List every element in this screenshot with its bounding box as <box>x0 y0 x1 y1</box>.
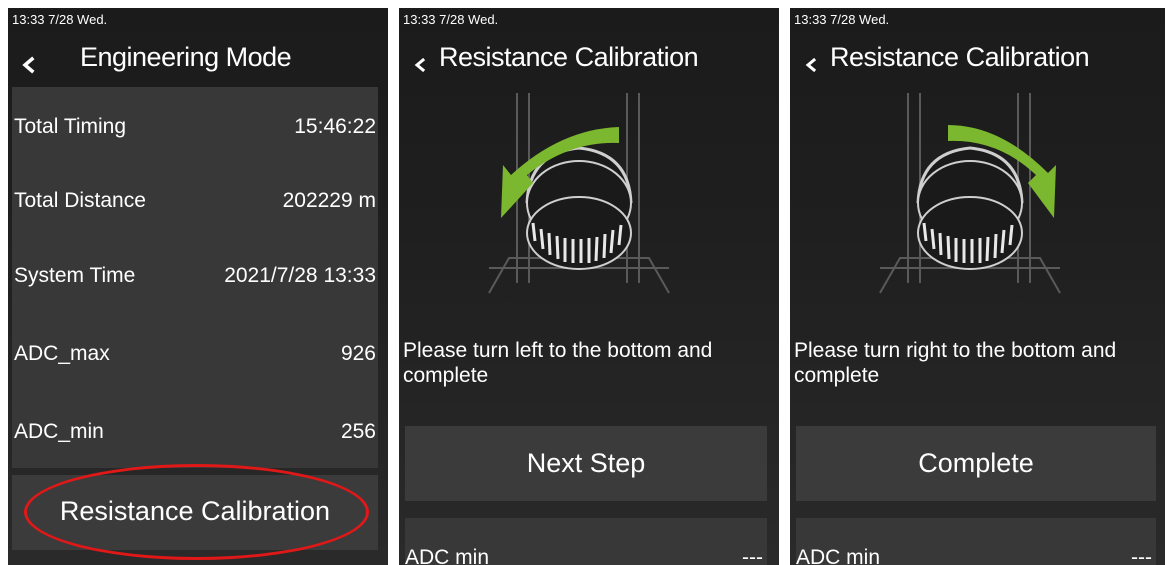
info-value: 256 <box>340 420 376 443</box>
info-value: 926 <box>340 342 376 365</box>
status-bar-time: 13:33 7/28 Wed. <box>794 12 890 27</box>
chevron-left-icon <box>414 57 426 73</box>
info-row-adc-max: ADC_max 926 <box>12 338 378 374</box>
info-value: 2021/7/28 13:33 <box>224 264 376 287</box>
adc-min-panel: ADC min --- <box>405 518 767 565</box>
info-label: ADC_min <box>14 420 104 443</box>
calibration-right-screen: 13:33 7/28 Wed. Resistance Calibration P… <box>790 8 1165 565</box>
info-value: 202229 m <box>282 189 376 212</box>
info-row-total-distance: Total Distance 202229 m <box>12 185 378 221</box>
adc-min-value: --- <box>1131 546 1152 565</box>
info-label: Total Distance <box>14 189 146 212</box>
next-step-button[interactable]: Next Step <box>405 426 767 501</box>
status-bar-time: 13:33 7/28 Wed. <box>12 12 108 27</box>
instruction-text: Please turn left to the bottom and compl… <box>403 339 713 387</box>
status-bar-time: 13:33 7/28 Wed. <box>403 12 499 27</box>
back-button[interactable] <box>20 52 38 78</box>
adc-min-value: --- <box>742 546 763 565</box>
info-label: Total Timing <box>14 115 127 138</box>
info-row-adc-min: ADC_min 256 <box>12 416 378 452</box>
info-label: ADC_max <box>14 342 110 365</box>
calibration-left-screen: 13:33 7/28 Wed. Resistance Calibration P… <box>399 8 779 565</box>
resistance-calibration-button[interactable]: Resistance Calibration <box>12 475 378 550</box>
back-button[interactable] <box>802 52 820 78</box>
adc-min-label: ADC min <box>405 546 490 565</box>
complete-button[interactable]: Complete <box>796 426 1156 501</box>
info-list: Total Timing 15:46:22 Total Distance 202… <box>12 87 378 468</box>
adc-min-panel: ADC min --- <box>796 518 1156 565</box>
stage: 13:33 7/28 Wed. Engineering Mode Total T… <box>0 0 1167 565</box>
info-value: 15:46:22 <box>294 115 376 138</box>
page-title: Resistance Calibration <box>830 42 1090 72</box>
back-button[interactable] <box>411 52 429 78</box>
info-row-system-time: System Time 2021/7/28 13:33 <box>12 260 378 296</box>
page-title: Resistance Calibration <box>439 42 699 72</box>
resistance-knob-icon <box>879 93 1061 294</box>
chevron-left-icon <box>22 56 35 74</box>
info-label: System Time <box>14 264 136 287</box>
info-row-total-timing: Total Timing 15:46:22 <box>12 111 378 147</box>
engineering-mode-screen: 13:33 7/28 Wed. Engineering Mode Total T… <box>8 8 388 565</box>
adc-min-label: ADC min <box>796 546 881 565</box>
resistance-knob-icon <box>488 93 670 294</box>
page-title: Engineering Mode <box>80 42 292 72</box>
chevron-left-icon <box>805 57 817 73</box>
instruction-text: Please turn right to the bottom and comp… <box>794 339 1117 387</box>
